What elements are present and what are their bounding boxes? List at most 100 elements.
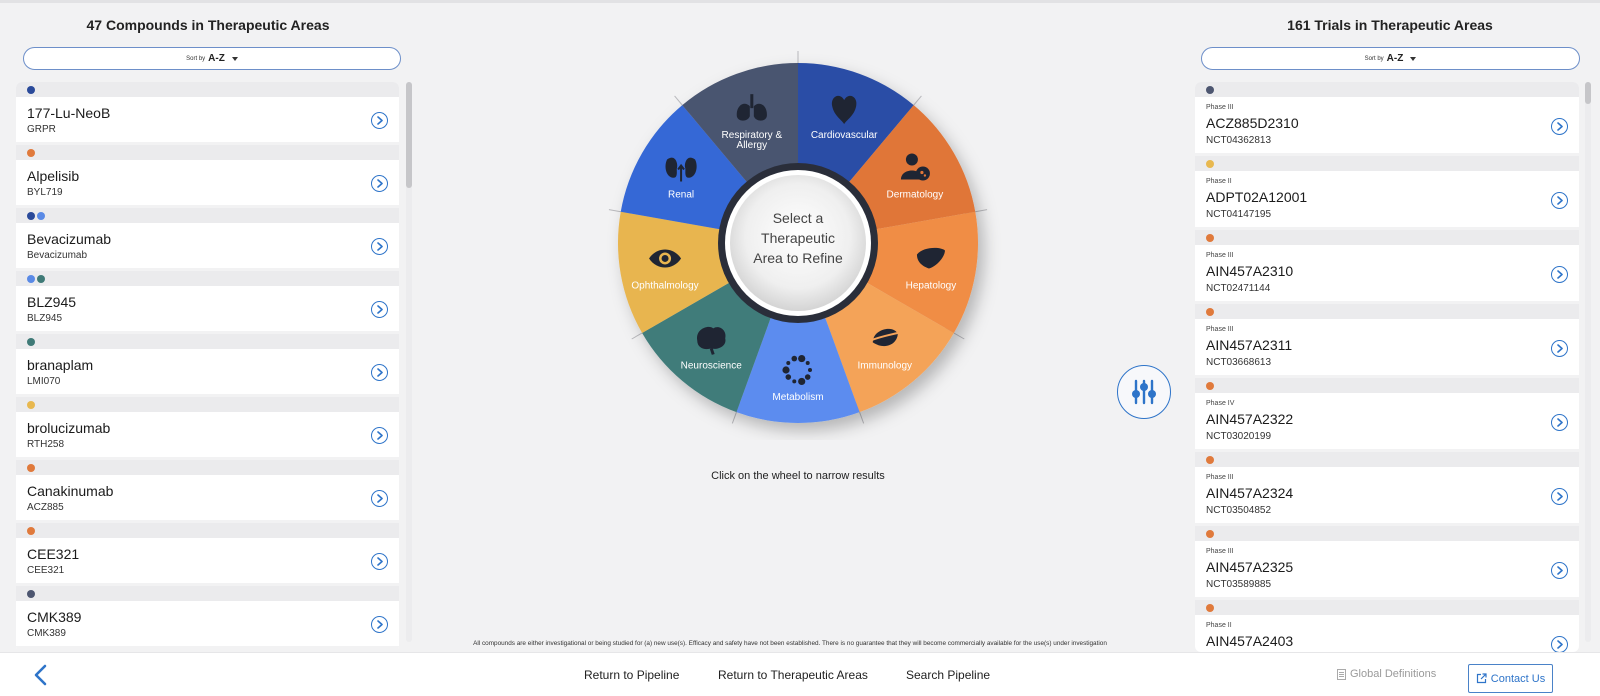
search-pipeline-link[interactable]: Search Pipeline bbox=[906, 668, 990, 682]
trials-sort-button[interactable]: Sort by A-Z bbox=[1201, 47, 1580, 70]
item-header bbox=[16, 334, 399, 349]
area-dot bbox=[1206, 159, 1214, 168]
trial-nct: NCT03020199 bbox=[1206, 431, 1272, 442]
wheel-segment-label: Immunology bbox=[858, 360, 912, 371]
trial-item[interactable]: Phase II AIN457A2403 bbox=[1195, 600, 1579, 652]
global-definitions-link[interactable]: Global Definitions bbox=[1337, 668, 1436, 680]
trial-nct: NCT04147195 bbox=[1206, 209, 1272, 220]
compound-item[interactable]: brolucizumab RTH258 bbox=[16, 397, 399, 460]
external-link-icon bbox=[1476, 673, 1487, 684]
item-header bbox=[1195, 600, 1579, 615]
item-header bbox=[16, 82, 399, 97]
trial-item[interactable]: Phase III AIN457A2325 NCT03589885 bbox=[1195, 526, 1579, 600]
trial-item[interactable]: Phase II ADPT02A12001 NCT04147195 bbox=[1195, 156, 1579, 230]
wheel-center-line3: Area to Refine bbox=[753, 250, 843, 266]
chevron-right-icon[interactable] bbox=[371, 553, 388, 570]
contact-us-button[interactable]: Contact Us bbox=[1468, 664, 1553, 693]
item-header bbox=[1195, 230, 1579, 245]
compound-name: Bevacizumab bbox=[27, 231, 112, 247]
compound-item[interactable]: 177-Lu-NeoB GRPR bbox=[16, 82, 399, 145]
chevron-right-icon[interactable] bbox=[371, 175, 388, 192]
chevron-right-icon[interactable] bbox=[1551, 340, 1568, 357]
item-header bbox=[1195, 82, 1579, 97]
area-dot bbox=[27, 589, 35, 598]
trial-phase: Phase III bbox=[1206, 252, 1234, 259]
trial-nct: NCT03589885 bbox=[1206, 579, 1272, 590]
chevron-right-icon[interactable] bbox=[371, 238, 388, 255]
sort-prefix: Sort by bbox=[186, 55, 206, 62]
area-dot bbox=[27, 463, 35, 472]
wheel-center-line1: Select a bbox=[773, 210, 824, 226]
chevron-right-icon[interactable] bbox=[1551, 562, 1568, 579]
compound-item[interactable]: CMK389 CMK389 bbox=[16, 586, 399, 649]
chevron-right-icon[interactable] bbox=[371, 490, 388, 507]
compound-code: CEE321 bbox=[27, 565, 65, 576]
wheel-segment-label: Neuroscience bbox=[681, 360, 743, 371]
compound-item[interactable]: Alpelisib BYL719 bbox=[16, 145, 399, 208]
area-dot bbox=[1206, 233, 1214, 242]
trial-item[interactable]: Phase III AIN457A2311 NCT03668613 bbox=[1195, 304, 1579, 378]
chevron-right-icon[interactable] bbox=[1551, 488, 1568, 505]
compound-name: CMK389 bbox=[27, 609, 82, 625]
chevron-right-icon[interactable] bbox=[371, 427, 388, 444]
compound-name: 177-Lu-NeoB bbox=[27, 105, 111, 121]
trial-item[interactable]: Phase III ACZ885D2310 NCT04362813 bbox=[1195, 82, 1579, 156]
scrollbar-thumb[interactable] bbox=[1585, 82, 1591, 104]
wheel-segment-label: Dermatology bbox=[887, 190, 944, 201]
chevron-right-icon[interactable] bbox=[1551, 414, 1568, 431]
chevron-right-icon[interactable] bbox=[371, 364, 388, 381]
trial-name: ADPT02A12001 bbox=[1206, 189, 1308, 205]
compound-name: CEE321 bbox=[27, 546, 80, 562]
filter-button[interactable] bbox=[1117, 365, 1171, 419]
compound-name: branaplam bbox=[27, 357, 94, 373]
wheel-svg[interactable]: Cardiovascular Dermatology Hepatology Immun… bbox=[578, 40, 1018, 440]
item-header bbox=[16, 460, 399, 475]
back-button[interactable] bbox=[30, 662, 50, 688]
compound-name: Canakinumab bbox=[27, 483, 114, 499]
sliders-icon bbox=[1132, 379, 1156, 405]
item-header bbox=[16, 586, 399, 601]
therapeutic-wheel[interactable]: Cardiovascular Dermatology Hepatology Immun… bbox=[578, 40, 1018, 440]
item-header bbox=[16, 397, 399, 412]
compounds-sort-button[interactable]: Sort by A-Z bbox=[23, 47, 401, 70]
chevron-right-icon[interactable] bbox=[371, 616, 388, 633]
chevron-right-icon[interactable] bbox=[1551, 118, 1568, 135]
item-header bbox=[1195, 526, 1579, 541]
compound-item[interactable]: Bevacizumab Bevacizumab bbox=[16, 208, 399, 271]
footer-bar: Return to Pipeline Return to Therapeutic… bbox=[0, 652, 1600, 696]
area-dot bbox=[27, 274, 35, 283]
return-to-pipeline-link[interactable]: Return to Pipeline bbox=[584, 668, 679, 682]
compound-item[interactable]: branaplam LMI070 bbox=[16, 334, 399, 397]
wheel-segment-label: Metabolism bbox=[772, 392, 823, 403]
compound-code: GRPR bbox=[27, 124, 56, 135]
chevron-right-icon[interactable] bbox=[1551, 266, 1568, 283]
item-header bbox=[16, 208, 399, 223]
trial-phase: Phase II bbox=[1206, 178, 1232, 185]
compounds-scrollbar[interactable] bbox=[406, 82, 412, 642]
wheel-center-line2: Therapeutic bbox=[761, 230, 835, 246]
trial-phase: Phase IV bbox=[1206, 400, 1235, 407]
compound-code: Bevacizumab bbox=[27, 250, 88, 261]
trials-scrollbar[interactable] bbox=[1585, 82, 1591, 642]
chevron-right-icon[interactable] bbox=[1551, 636, 1568, 652]
chevron-right-icon[interactable] bbox=[371, 301, 388, 318]
trial-item[interactable]: Phase III AIN457A2324 NCT03504852 bbox=[1195, 452, 1579, 526]
scrollbar-thumb[interactable] bbox=[406, 82, 412, 188]
trial-nct: NCT04362813 bbox=[1206, 135, 1272, 146]
compound-code: BLZ945 bbox=[27, 313, 63, 324]
compound-name: BLZ945 bbox=[27, 294, 77, 310]
wheel-segment-label: Cardiovascular bbox=[811, 130, 878, 141]
compound-code: BYL719 bbox=[27, 187, 63, 198]
return-to-therapeutic-areas-link[interactable]: Return to Therapeutic Areas bbox=[718, 668, 868, 682]
chevron-right-icon[interactable] bbox=[371, 112, 388, 129]
trials-list: Phase III ACZ885D2310 NCT04362813 Phase II A… bbox=[1195, 82, 1579, 652]
compound-item[interactable]: BLZ945 BLZ945 bbox=[16, 271, 399, 334]
trial-item[interactable]: Phase IV AIN457A2322 NCT03020199 bbox=[1195, 378, 1579, 452]
wheel-hint: Click on the wheel to narrow results bbox=[711, 470, 885, 482]
item-header bbox=[1195, 378, 1579, 393]
compound-item[interactable]: Canakinumab ACZ885 bbox=[16, 460, 399, 523]
trial-phase: Phase III bbox=[1206, 474, 1234, 481]
trial-item[interactable]: Phase III AIN457A2310 NCT02471144 bbox=[1195, 230, 1579, 304]
compound-item[interactable]: CEE321 CEE321 bbox=[16, 523, 399, 586]
chevron-right-icon[interactable] bbox=[1551, 192, 1568, 209]
